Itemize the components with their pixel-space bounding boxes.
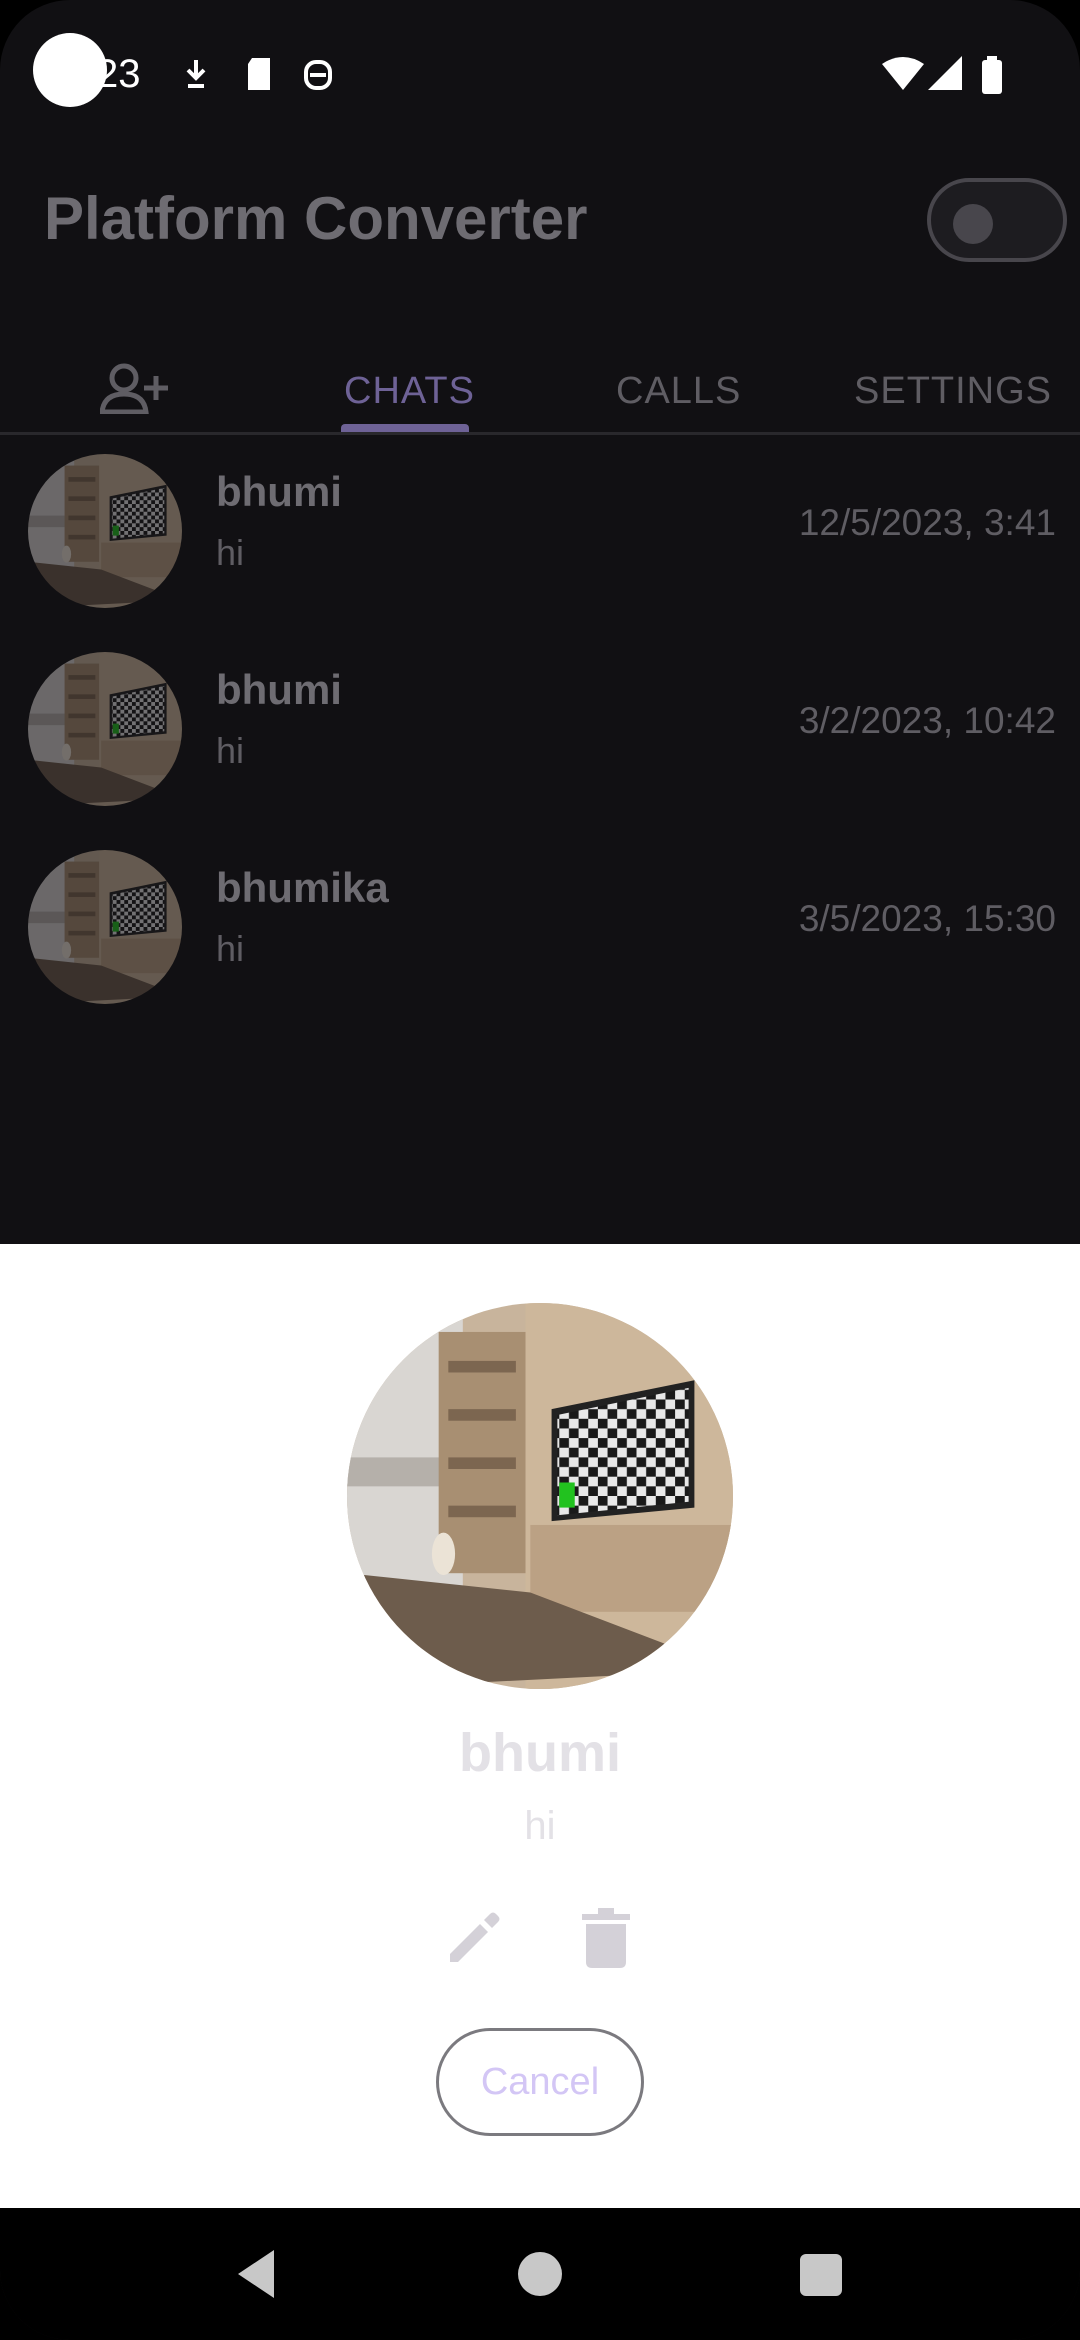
navigation-bar [0, 2208, 1080, 2340]
chat-list-item[interactable]: bhumi hi 12/5/2023, 3:41 [0, 440, 1080, 638]
debug-icon [304, 60, 332, 90]
toggle-knob [953, 204, 993, 244]
edit-icon[interactable] [444, 1908, 504, 1968]
chat-message: hi [216, 532, 245, 573]
battery-icon [982, 56, 1002, 94]
tab-bar: CHATS CALLS SETTINGS [0, 340, 1080, 435]
app-title: Platform Converter [44, 185, 588, 252]
status-bar: 23 [0, 0, 1080, 150]
chat-time: 12/5/2023, 3:41 [798, 502, 1056, 543]
delete-icon[interactable] [580, 1908, 632, 1968]
chat-time: 3/5/2023, 15:30 [798, 898, 1056, 939]
contact-avatar [347, 1303, 733, 1689]
home-icon[interactable] [518, 2252, 562, 2296]
status-time: 23 [96, 52, 141, 96]
tab-settings[interactable]: SETTINGS [854, 370, 1052, 413]
chat-message: hi [216, 928, 245, 969]
avatar [28, 850, 182, 1004]
chat-time: 3/2/2023, 10:42 [798, 700, 1056, 741]
theme-toggle[interactable] [927, 178, 1067, 262]
sd-card-icon [248, 58, 270, 90]
contact-bottom-sheet: bhumi hi Cancel [0, 1244, 1080, 2208]
avatar [28, 454, 182, 608]
contact-name: bhumi [459, 1723, 621, 1783]
back-icon[interactable] [236, 2248, 276, 2300]
tab-indicator [341, 424, 469, 432]
download-icon [186, 60, 206, 88]
avatar [28, 652, 182, 806]
cancel-button[interactable]: Cancel [436, 2028, 644, 2136]
tab-chats[interactable]: CHATS [344, 370, 475, 413]
wifi-icon [882, 57, 924, 90]
chat-name: bhumika [216, 864, 389, 911]
signal-icon [928, 56, 962, 90]
recents-icon[interactable] [800, 2254, 842, 2296]
screen: 23 Platform Converter CHATS CALLS SETTIN… [0, 0, 1080, 2340]
chat-list-item[interactable]: bhumi hi 3/2/2023, 10:42 [0, 638, 1080, 836]
chat-name: bhumi [216, 666, 342, 713]
chat-message: hi [216, 730, 245, 771]
contact-message: hi [524, 1804, 556, 1848]
add-contact-icon[interactable] [100, 362, 170, 414]
chat-list-item[interactable]: bhumika hi 3/5/2023, 15:30 [0, 836, 1080, 1034]
tab-calls[interactable]: CALLS [616, 370, 741, 413]
chat-name: bhumi [216, 468, 342, 515]
